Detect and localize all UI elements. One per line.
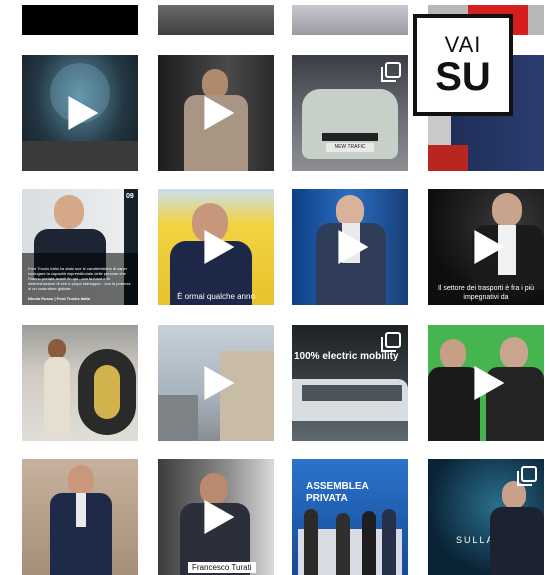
- multiple-posts-icon: [381, 62, 401, 82]
- post-tile[interactable]: 09 Ford Trucks Italia ha stato sue le ca…: [22, 189, 138, 305]
- name-tag: Francesco Turati: [188, 562, 256, 573]
- post-tile[interactable]: Il settore dei trasporti è fra i più imp…: [428, 189, 544, 305]
- play-icon: [204, 366, 235, 400]
- play-icon: [474, 230, 505, 264]
- post-tile[interactable]: [428, 325, 544, 441]
- multiple-posts-icon: [381, 332, 401, 352]
- post-tile[interactable]: 100% electric mobility: [292, 325, 408, 441]
- post-tile[interactable]: ASSEMBLEA PRIVATA: [292, 459, 408, 575]
- post-caption: Il settore dei trasporti è fra i più imp…: [437, 285, 535, 301]
- post-badge: 09: [126, 193, 134, 200]
- post-credit: Nicola Russo | Ford Trucks Italia: [28, 296, 90, 301]
- post-tile[interactable]: [158, 55, 274, 171]
- play-icon: [204, 96, 235, 130]
- post-tile[interactable]: [22, 459, 138, 575]
- play-icon: [204, 500, 235, 534]
- back-to-top-label-line1: VAI: [444, 32, 482, 57]
- play-icon: [204, 230, 235, 264]
- back-to-top-label-line2: SU: [435, 55, 491, 99]
- post-tile[interactable]: È ormai qualche anno: [158, 189, 274, 305]
- post-tile[interactable]: SULLA: [428, 459, 544, 575]
- post-tile[interactable]: [22, 325, 138, 441]
- post-banner: SULLA: [456, 535, 495, 545]
- multiple-posts-icon: [517, 466, 537, 486]
- post-banner: ASSEMBLEA PRIVATA: [306, 481, 369, 504]
- post-tile[interactable]: Francesco Turati: [158, 459, 274, 575]
- post-tile[interactable]: [158, 5, 274, 35]
- play-icon: [68, 96, 99, 130]
- play-icon: [474, 366, 505, 400]
- post-caption: È ormai qualche anno: [177, 292, 255, 301]
- post-tile[interactable]: [292, 5, 408, 35]
- back-to-top-button[interactable]: VAI SU: [413, 14, 513, 116]
- post-tile[interactable]: [22, 55, 138, 171]
- post-tile[interactable]: [292, 189, 408, 305]
- post-tile[interactable]: [22, 5, 138, 35]
- post-tile[interactable]: NEW TRAFIC: [292, 55, 408, 171]
- play-icon: [338, 230, 369, 264]
- logo-text: NEW TRAFIC: [326, 143, 374, 152]
- post-caption: Ford Trucks Italia ha stato sue le carat…: [28, 266, 131, 291]
- post-tile[interactable]: [158, 325, 274, 441]
